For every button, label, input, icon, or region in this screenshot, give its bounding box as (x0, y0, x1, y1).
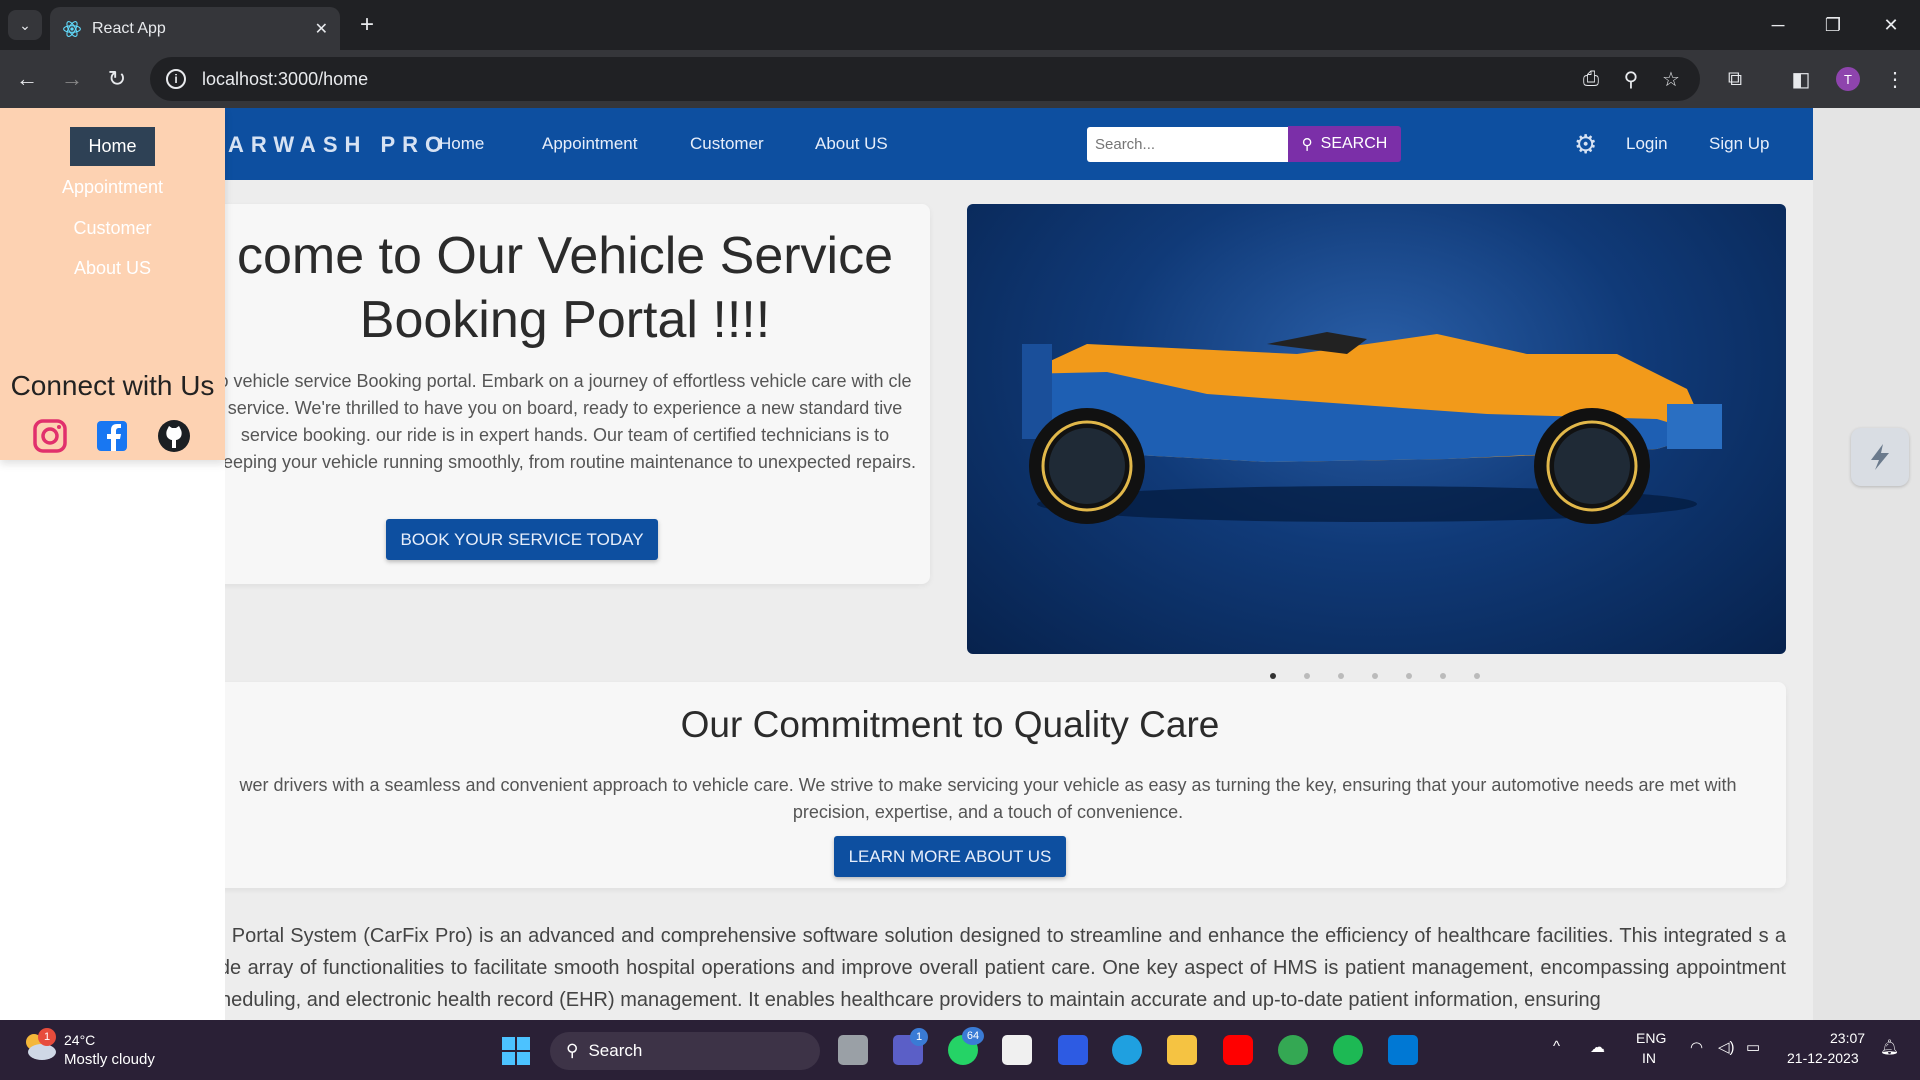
welcome-title-line2: Booking Portal !!!! (359, 291, 771, 349)
close-window-button[interactable]: ✕ (1871, 8, 1911, 42)
install-app-icon[interactable]: ⎙ (1576, 64, 1606, 94)
edge-icon[interactable] (1112, 1035, 1142, 1065)
bookmark-star-icon[interactable]: ☆ (1656, 64, 1686, 94)
new-tab-button[interactable]: + (352, 10, 382, 40)
carousel-dots (1270, 673, 1480, 679)
more-menu-icon[interactable]: ⋮ (1880, 64, 1910, 94)
taskbar-search[interactable]: ⚲ Search (550, 1032, 820, 1070)
sidebar-item-customer[interactable]: Customer (0, 218, 225, 239)
commitment-card: Our Commitment to Quality Care wer drive… (200, 682, 1786, 888)
back-arrow-icon[interactable]: ← (12, 64, 42, 94)
search-button-label: SEARCH (1320, 135, 1388, 152)
restore-button[interactable]: ❐ (1813, 8, 1853, 42)
forward-arrow-icon[interactable]: → (57, 64, 87, 94)
floating-extension-button[interactable] (1851, 428, 1909, 486)
welcome-card: come to Our Vehicle Service Booking Port… (200, 204, 930, 584)
carousel-dot[interactable] (1304, 673, 1310, 679)
file-explorer-icon[interactable] (1167, 1035, 1197, 1065)
welcome-title: come to Our Vehicle Service Booking Port… (200, 224, 930, 352)
windows-start-icon[interactable] (501, 1036, 531, 1066)
browser-tabstrip: ⌄ React App ✕ + ─ ❐ ✕ (0, 0, 1920, 50)
search-button[interactable]: ⚲ SEARCH (1288, 126, 1401, 162)
welcome-paragraph: o vehicle service Booking portal. Embark… (213, 371, 917, 472)
carousel-dot[interactable] (1338, 673, 1344, 679)
commitment-paragraph: wer drivers with a seamless and convenie… (239, 775, 1737, 822)
sidebar-item-home[interactable]: Home (70, 127, 155, 166)
commitment-title: Our Commitment to Quality Care (680, 704, 1220, 745)
browser-tab[interactable]: React App ✕ (50, 7, 340, 50)
github-icon[interactable] (154, 416, 194, 456)
top-navbar: ARWASH PRO Home Appointment Customer Abo… (0, 108, 1813, 180)
book-service-button[interactable]: BOOK YOUR SERVICE TODAY (386, 519, 658, 560)
carousel-dot[interactable] (1270, 673, 1276, 679)
page-gutter (1813, 108, 1920, 1020)
car-carousel[interactable] (967, 204, 1786, 654)
clock-date[interactable]: 21-12-2023 (1787, 1050, 1859, 1066)
extensions-icon[interactable]: ⧉ (1720, 64, 1750, 94)
volume-icon[interactable]: ◁) (1718, 1038, 1735, 1056)
sidebar: Home Appointment Customer About US Conne… (0, 108, 225, 460)
race-car-image (1022, 332, 1722, 524)
battery-icon[interactable]: ▭ (1746, 1038, 1760, 1056)
clock-time[interactable]: 23:07 (1830, 1030, 1865, 1046)
search-icon: ⚲ (1301, 136, 1313, 153)
reload-icon[interactable]: ↻ (102, 64, 132, 94)
profile-avatar[interactable]: T (1836, 67, 1860, 91)
chrome-icon[interactable] (1278, 1035, 1308, 1065)
lightning-icon (1871, 444, 1889, 470)
weather-temp: 24°C (64, 1032, 96, 1048)
app-icon[interactable] (1058, 1035, 1088, 1065)
facebook-icon[interactable] (92, 416, 132, 456)
task-view-icon[interactable] (838, 1035, 868, 1065)
store-icon[interactable] (1002, 1035, 1032, 1065)
carousel-dot[interactable] (1440, 673, 1446, 679)
connect-title: Connect with Us (10, 370, 215, 401)
search-input[interactable] (1087, 127, 1288, 162)
tab-title: React App (92, 19, 166, 37)
zoom-icon[interactable]: ⚲ (1616, 64, 1646, 94)
nav-appointment[interactable]: Appointment (542, 134, 637, 154)
welcome-title-line1: come to Our Vehicle Service (236, 227, 894, 285)
react-icon (63, 20, 81, 37)
nav-customer[interactable]: Customer (690, 134, 764, 154)
carousel-dot[interactable] (1406, 673, 1412, 679)
about-paragraph: ice Portal System (CarFix Pro) is an adv… (200, 925, 1786, 1011)
address-bar[interactable]: i localhost:3000/home (150, 57, 1700, 101)
brand-logo[interactable]: ARWASH PRO (228, 132, 449, 158)
vscode-icon[interactable] (1388, 1035, 1418, 1065)
language-indicator[interactable]: ENG (1636, 1030, 1666, 1046)
minimize-button[interactable]: ─ (1758, 8, 1798, 42)
tab-search-button[interactable]: ⌄ (8, 10, 42, 40)
spotify-icon[interactable] (1333, 1035, 1363, 1065)
browser-toolbar: ← → ↻ i localhost:3000/home ⎙ ⚲ ☆ ⧉ ◧ T … (0, 50, 1920, 108)
wifi-icon[interactable]: ◠ (1690, 1038, 1703, 1056)
sidebar-item-about-us[interactable]: About US (0, 258, 225, 279)
carousel-dot[interactable] (1372, 673, 1378, 679)
sidebar-item-appointment[interactable]: Appointment (0, 177, 225, 198)
site-info-icon[interactable]: i (166, 69, 186, 89)
tray-chevron-icon[interactable]: ^ (1553, 1038, 1560, 1055)
weather-desc: Mostly cloudy (64, 1051, 155, 1068)
carousel-dot[interactable] (1474, 673, 1480, 679)
nav-home[interactable]: Home (439, 134, 484, 154)
signup-link[interactable]: Sign Up (1709, 134, 1769, 154)
whatsapp-badge: 64 (962, 1027, 984, 1045)
weather-badge: 1 (38, 1028, 56, 1046)
learn-more-button[interactable]: LEARN MORE ABOUT US (834, 836, 1066, 877)
gear-icon[interactable]: ⚙ (1574, 131, 1600, 157)
youtube-icon[interactable] (1223, 1035, 1253, 1065)
close-tab-icon[interactable]: ✕ (315, 19, 328, 39)
search-icon: ⚲ (566, 1041, 579, 1060)
side-panel-icon[interactable]: ◧ (1786, 64, 1816, 94)
page-viewport: ARWASH PRO Home Appointment Customer Abo… (0, 108, 1920, 1020)
taskbar-search-label: Search (588, 1041, 643, 1060)
login-link[interactable]: Login (1626, 134, 1668, 154)
notification-bell-icon[interactable]: 🔔︎ (1880, 1038, 1899, 1056)
region-indicator: IN (1642, 1050, 1656, 1066)
onedrive-icon[interactable]: ☁ (1590, 1038, 1605, 1056)
instagram-icon[interactable] (30, 416, 70, 456)
nav-about-us[interactable]: About US (815, 134, 888, 154)
url-text: localhost:3000/home (202, 68, 369, 89)
teams-badge: 1 (910, 1028, 928, 1046)
